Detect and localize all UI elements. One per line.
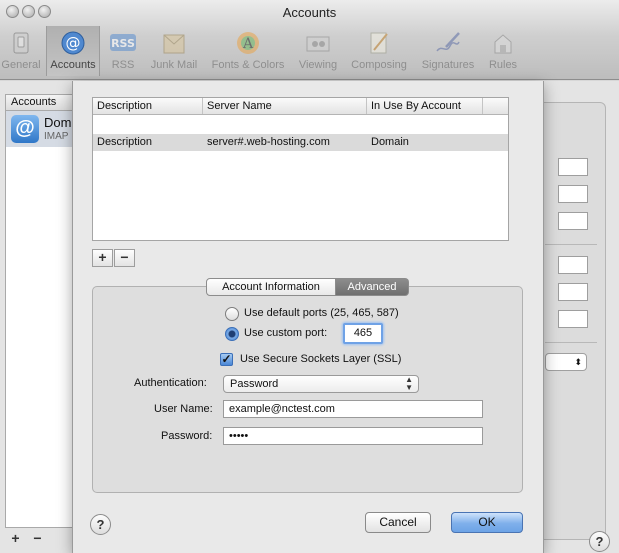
window-toolbar: Accounts General @ Accounts RSS RSS Junk… — [0, 0, 619, 80]
account-type: IMAP — [44, 131, 69, 142]
column-header-server-name[interactable]: Server Name — [203, 98, 367, 114]
viewing-icon — [306, 36, 330, 52]
toolbar-viewing-label: Viewing — [298, 59, 338, 71]
toolbar-junk-mail[interactable]: Junk Mail — [146, 26, 202, 76]
toolbar-fonts-colors-label: Fonts & Colors — [211, 59, 285, 71]
ok-button[interactable]: OK — [451, 512, 523, 533]
password-input[interactable]: ••••• — [223, 427, 483, 445]
rss-badge-text: RSS — [111, 37, 135, 50]
svg-text:A: A — [242, 36, 254, 52]
authentication-label: Authentication: — [134, 377, 207, 389]
divider — [545, 244, 597, 245]
rules-icon — [494, 34, 512, 54]
at-icon: @ — [11, 115, 39, 143]
add-account-button[interactable]: + — [6, 531, 25, 548]
toolbar-general[interactable]: General — [0, 26, 42, 76]
remove-account-button[interactable]: − — [28, 531, 47, 548]
window-help-button[interactable]: ? — [589, 531, 610, 552]
username-input[interactable]: example@nctest.com — [223, 400, 483, 418]
ssl-label: Use Secure Sockets Layer (SSL) — [240, 353, 402, 365]
fonts-colors-icon: A — [237, 32, 259, 54]
signature-pen-icon — [436, 32, 460, 52]
account-name: Dom — [44, 115, 72, 130]
composing-icon — [370, 32, 388, 54]
cancel-button[interactable]: Cancel — [365, 512, 431, 533]
detail-field[interactable] — [558, 283, 588, 301]
smtp-server-popup[interactable]: ⬍ — [545, 353, 587, 371]
ssl-checkbox[interactable]: ✓ — [220, 353, 233, 366]
at-sign-icon: @ — [61, 31, 85, 55]
password-label: Password: — [161, 430, 213, 442]
toolbar-viewing[interactable]: Viewing — [294, 26, 342, 76]
toolbar-rules-label: Rules — [488, 59, 518, 71]
row-server-name: server#.web-hosting.com — [207, 136, 330, 148]
tab-account-information[interactable]: Account Information — [206, 278, 336, 296]
row-in-use-account: Domain — [371, 136, 409, 148]
server-table-header: Description Server Name In Use By Accoun… — [93, 98, 508, 115]
table-row[interactable]: Description server#.web-hosting.com Doma… — [93, 134, 508, 151]
toolbar-signatures-label: Signatures — [421, 59, 475, 71]
toolbar-accounts[interactable]: @ Accounts — [46, 26, 100, 76]
remove-server-button[interactable]: − — [114, 249, 135, 267]
authentication-value: Password — [230, 378, 279, 390]
add-server-button[interactable]: + — [92, 249, 113, 267]
column-header-description[interactable]: Description — [93, 98, 203, 114]
detail-field[interactable] — [558, 185, 588, 203]
toolbar-accounts-label: Accounts — [50, 59, 96, 71]
custom-port-label: Use custom port: — [244, 327, 328, 339]
toolbar-signatures[interactable]: Signatures — [416, 26, 480, 76]
detail-field[interactable] — [558, 158, 588, 176]
tab-advanced[interactable]: Advanced — [336, 278, 409, 296]
smtp-server-list-sheet: Description Server Name In Use By Accoun… — [72, 81, 544, 553]
authentication-popup[interactable]: Password ▲ ▼ — [223, 375, 419, 393]
toolbar-composing[interactable]: Composing — [346, 26, 412, 76]
switch-icon — [13, 32, 29, 54]
column-header-in-use[interactable]: In Use By Account — [367, 98, 483, 114]
rss-icon: RSS — [110, 34, 136, 51]
window-title: Accounts — [282, 5, 337, 20]
toolbar-fonts-colors[interactable]: A Fonts & Colors — [206, 26, 290, 76]
detail-field[interactable] — [558, 256, 588, 274]
toolbar-rss-label: RSS — [111, 59, 135, 71]
svg-text:@: @ — [66, 34, 81, 52]
detail-field[interactable] — [558, 310, 588, 328]
junk-mail-icon — [163, 34, 185, 54]
custom-port-radio[interactable] — [225, 327, 239, 341]
detail-field[interactable] — [558, 212, 588, 230]
help-button[interactable]: ? — [90, 514, 111, 535]
custom-port-input[interactable]: 465 — [343, 323, 383, 344]
default-ports-radio[interactable] — [225, 307, 239, 321]
toolbar-rules[interactable]: Rules — [484, 26, 522, 76]
server-table: Description Server Name In Use By Accoun… — [92, 97, 509, 241]
toolbar-rss[interactable]: RSS RSS — [104, 26, 142, 76]
toolbar-general-label: General — [1, 59, 41, 71]
popup-arrows-icon: ▲ ▼ — [405, 375, 413, 392]
divider — [545, 342, 597, 343]
username-label: User Name: — [154, 403, 213, 415]
toolbar-composing-label: Composing — [351, 59, 407, 71]
toolbar-junk-mail-label: Junk Mail — [150, 59, 198, 71]
default-ports-label: Use default ports (25, 465, 587) — [244, 307, 399, 319]
row-description: Description — [97, 136, 153, 148]
